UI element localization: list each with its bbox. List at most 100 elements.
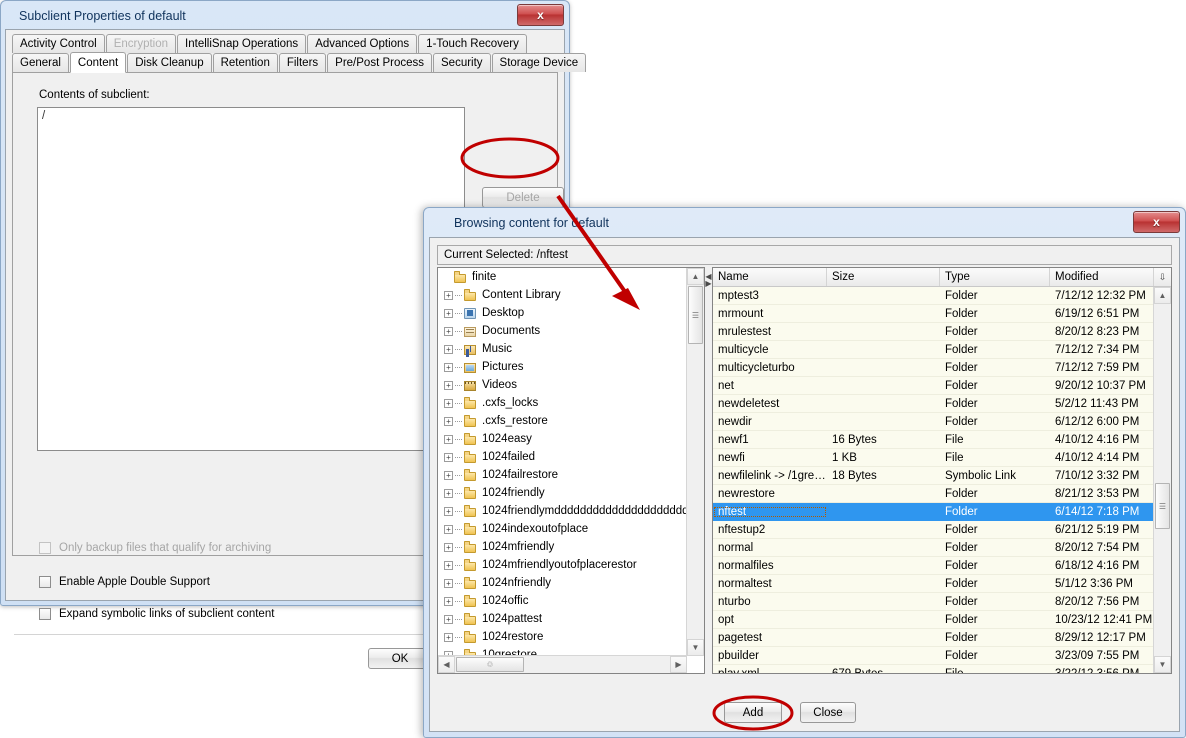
- file-list-row[interactable]: newrestoreFolder8/21/12 3:53 PM: [713, 485, 1154, 503]
- tab-activity-control[interactable]: Activity Control: [12, 34, 105, 53]
- tree-item[interactable]: +1024easy: [438, 430, 687, 448]
- parent-title-bar[interactable]: Subclient Properties of default x: [3, 3, 567, 29]
- tree-item[interactable]: +1024offic: [438, 592, 687, 610]
- scroll-up-icon[interactable]: ▲: [687, 268, 704, 285]
- pane-splitter[interactable]: ◀▶: [705, 267, 712, 674]
- tree-horizontal-scrollbar[interactable]: ◀ ♲ ▶: [438, 655, 687, 673]
- expand-icon[interactable]: +: [444, 597, 453, 606]
- file-list-row[interactable]: normalfilesFolder6/18/12 4:16 PM: [713, 557, 1154, 575]
- scroll-down-icon[interactable]: ▼: [687, 639, 704, 656]
- column-header-modified[interactable]: Modified: [1050, 268, 1154, 286]
- checkbox-box[interactable]: [39, 608, 51, 620]
- file-list-row[interactable]: newdirFolder6/12/12 6:00 PM: [713, 413, 1154, 431]
- close-button[interactable]: Close: [800, 702, 856, 723]
- file-list-row[interactable]: pbuilderFolder3/23/09 7:55 PM: [713, 647, 1154, 665]
- tab-storage-device[interactable]: Storage Device: [492, 53, 587, 72]
- tab-general[interactable]: General: [12, 53, 69, 72]
- content-path-item[interactable]: /: [42, 110, 460, 122]
- add-button[interactable]: Add: [724, 702, 782, 723]
- tree-item[interactable]: +1024friendly: [438, 484, 687, 502]
- tab-intellisnap-operations[interactable]: IntelliSnap Operations: [177, 34, 306, 53]
- expand-icon[interactable]: +: [444, 417, 453, 426]
- scroll-up-icon[interactable]: ▲: [1154, 287, 1171, 304]
- file-list-row[interactable]: netFolder9/20/12 10:37 PM: [713, 377, 1154, 395]
- tab-1-touch-recovery[interactable]: 1-Touch Recovery: [418, 34, 527, 53]
- scrollbar-thumb[interactable]: ☰: [688, 286, 703, 344]
- file-list-row[interactable]: mptest3Folder7/12/12 12:32 PM: [713, 287, 1154, 305]
- expand-icon[interactable]: +: [444, 309, 453, 318]
- list-vertical-scrollbar[interactable]: ▲ ☰ ▼: [1153, 287, 1171, 673]
- scroll-left-icon[interactable]: ◀: [438, 656, 455, 673]
- tab-security[interactable]: Security: [433, 53, 491, 72]
- tree-item[interactable]: +Desktop: [438, 304, 687, 322]
- file-list-row[interactable]: normalFolder8/20/12 7:54 PM: [713, 539, 1154, 557]
- tree-item[interactable]: +Music: [438, 340, 687, 358]
- expand-icon[interactable]: +: [444, 507, 453, 516]
- file-list-pane[interactable]: NameSizeTypeModified⇩ mptest3Folder7/12/…: [712, 267, 1172, 674]
- folder-tree-pane[interactable]: finite+Content Library+Desktop+Documents…: [437, 267, 705, 674]
- scroll-right-icon[interactable]: ▶: [670, 656, 687, 673]
- expand-icon[interactable]: +: [444, 543, 453, 552]
- tree-item[interactable]: +1024friendlymdddddddddddddddddddddddddd: [438, 502, 687, 520]
- browse-title-bar[interactable]: Browsing content for default x: [426, 210, 1183, 236]
- checkbox-expand-symbolic-links[interactable]: Expand symbolic links of subclient conte…: [39, 608, 274, 620]
- tree-item[interactable]: +1024failrestore: [438, 466, 687, 484]
- column-chooser-icon[interactable]: ⇩: [1154, 268, 1171, 286]
- expand-icon[interactable]: +: [444, 363, 453, 372]
- tree-item[interactable]: +.cxfs_restore: [438, 412, 687, 430]
- expand-icon[interactable]: +: [444, 345, 453, 354]
- delete-button[interactable]: Delete: [482, 187, 564, 208]
- file-list-row[interactable]: multicycleturboFolder7/12/12 7:59 PM: [713, 359, 1154, 377]
- expand-icon[interactable]: +: [444, 291, 453, 300]
- expand-icon[interactable]: +: [444, 579, 453, 588]
- tree-item[interactable]: +1024indexoutofplace: [438, 520, 687, 538]
- checkbox-box[interactable]: [39, 576, 51, 588]
- expand-icon[interactable]: +: [444, 633, 453, 642]
- column-header-name[interactable]: Name: [713, 268, 827, 286]
- file-list-row[interactable]: play.xml679 BytesFile3/22/12 3:56 PM: [713, 665, 1154, 673]
- tree-item[interactable]: +Content Library: [438, 286, 687, 304]
- checkbox-apple-double-support[interactable]: Enable Apple Double Support: [39, 576, 210, 588]
- column-header-size[interactable]: Size: [827, 268, 940, 286]
- tree-item[interactable]: +1024restore: [438, 628, 687, 646]
- expand-icon[interactable]: +: [444, 327, 453, 336]
- expand-icon[interactable]: +: [444, 381, 453, 390]
- expand-icon[interactable]: +: [444, 525, 453, 534]
- tab-advanced-options[interactable]: Advanced Options: [307, 34, 417, 53]
- scrollbar-thumb[interactable]: ☰: [1155, 483, 1170, 529]
- file-list-row[interactable]: nftestup2Folder6/21/12 5:19 PM: [713, 521, 1154, 539]
- expand-icon[interactable]: +: [444, 561, 453, 570]
- file-list-row[interactable]: newfilelink -> /1gre…18 BytesSymbolic Li…: [713, 467, 1154, 485]
- tree-item[interactable]: +1024nfriendly: [438, 574, 687, 592]
- expand-icon[interactable]: +: [444, 471, 453, 480]
- checkbox-only-backup-archiving[interactable]: Only backup files that qualify for archi…: [39, 542, 271, 554]
- file-list-row[interactable]: newf116 BytesFile4/10/12 4:16 PM: [713, 431, 1154, 449]
- expand-icon[interactable]: +: [444, 435, 453, 444]
- tree-item[interactable]: +.cxfs_locks: [438, 394, 687, 412]
- file-list-row[interactable]: nftestFolder6/14/12 7:18 PM: [713, 503, 1154, 521]
- tab-disk-cleanup[interactable]: Disk Cleanup: [127, 53, 211, 72]
- file-list-row[interactable]: normaltestFolder5/1/12 3:36 PM: [713, 575, 1154, 593]
- file-list-row[interactable]: pagetestFolder8/29/12 12:17 PM: [713, 629, 1154, 647]
- expand-icon[interactable]: +: [444, 489, 453, 498]
- scroll-down-icon[interactable]: ▼: [1154, 656, 1171, 673]
- tab-pre-post-process[interactable]: Pre/Post Process: [327, 53, 432, 72]
- tree-item[interactable]: +Documents: [438, 322, 687, 340]
- tree-item[interactable]: +1024mfriendlyoutofplacerestor: [438, 556, 687, 574]
- subclient-content-listbox[interactable]: /: [37, 107, 465, 451]
- checkbox-box[interactable]: [39, 542, 51, 554]
- tab-content[interactable]: Content: [70, 52, 126, 73]
- tree-item[interactable]: +1024mfriendly: [438, 538, 687, 556]
- file-list-row[interactable]: newdeletestFolder5/2/12 11:43 PM: [713, 395, 1154, 413]
- expand-icon[interactable]: +: [444, 453, 453, 462]
- file-list-row[interactable]: nturboFolder8/20/12 7:56 PM: [713, 593, 1154, 611]
- tree-item[interactable]: +1024failed: [438, 448, 687, 466]
- file-list-row[interactable]: multicycleFolder7/12/12 7:34 PM: [713, 341, 1154, 359]
- tree-item[interactable]: +1024pattest: [438, 610, 687, 628]
- expand-icon[interactable]: +: [444, 399, 453, 408]
- splitter-grip-icon[interactable]: ◀▶: [706, 267, 711, 293]
- tree-vertical-scrollbar[interactable]: ▲ ☰ ▼: [686, 268, 704, 656]
- tree-item[interactable]: +Pictures: [438, 358, 687, 376]
- column-header-type[interactable]: Type: [940, 268, 1050, 286]
- file-list-row[interactable]: newfi1 KBFile4/10/12 4:14 PM: [713, 449, 1154, 467]
